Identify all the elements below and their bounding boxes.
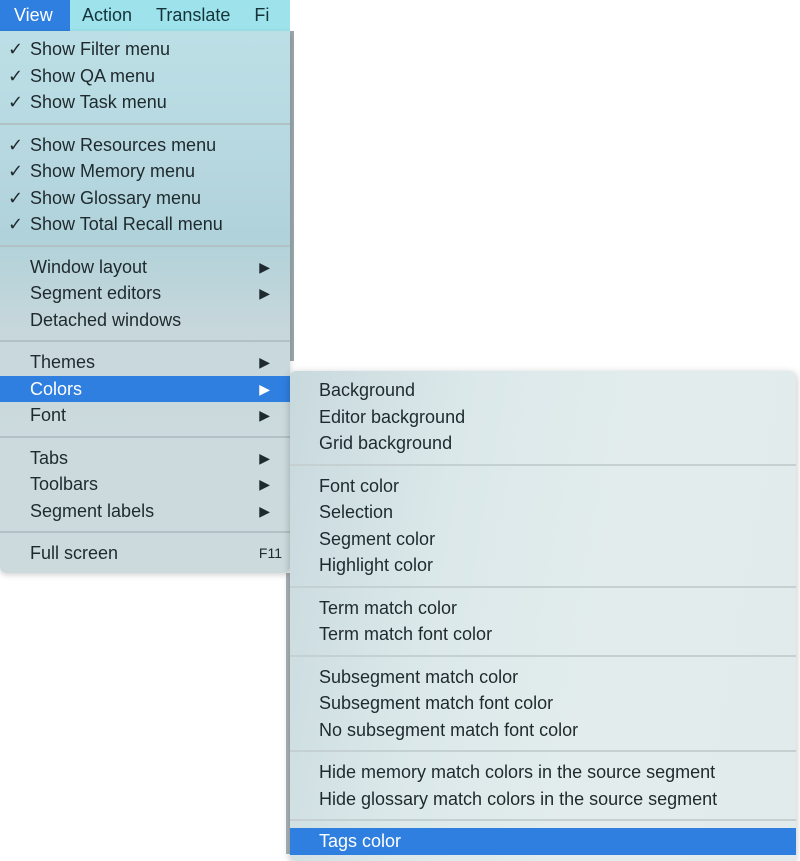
checkmark-icon: ✓ [8, 134, 24, 155]
menu-item-show-qa-menu[interactable]: ✓ Show QA menu [0, 63, 290, 90]
menu-item-label: Show Total Recall menu [30, 214, 223, 234]
menu-item-label: Window layout [30, 256, 148, 277]
menu-item-hide-glossary-match-colors-in-the-source-segment[interactable]: Hide glossary match colors in the source… [290, 786, 796, 813]
menu-separator [290, 819, 796, 821]
menu-item-full-screen[interactable]: Full screen F11 [0, 540, 290, 567]
submenu-arrow-icon: ▶ [259, 354, 270, 370]
menu-item-label: Show Task menu [30, 92, 167, 112]
menu-item-label: Colors [30, 378, 83, 399]
menu-bar: View Action Translate Fi [0, 0, 290, 31]
menu-item-themes[interactable]: Themes ▶ [0, 349, 290, 376]
menu-item-label: Hide glossary match colors in the source… [319, 788, 718, 809]
checkmark-icon: ✓ [8, 161, 24, 181]
menu-item-label: Show Glossary menu [30, 187, 202, 208]
keyboard-shortcut: F11 [258, 545, 282, 561]
menu-item-label: Term match font color [319, 624, 493, 644]
menu-item-label: Segment color [319, 528, 436, 549]
menu-item-label: Selection [319, 502, 394, 522]
menu-separator [290, 585, 796, 588]
menu-item-label: Hide memory match colors in the source s… [319, 762, 716, 782]
menu-item-label: Show Memory menu [30, 161, 196, 181]
submenu-arrow-icon: ▶ [259, 380, 270, 397]
menubar-item-translate[interactable]: Translate [144, 0, 242, 31]
menu-item-label: No subsegment match font color [319, 719, 579, 740]
menu-item-label: Show Filter menu [30, 39, 171, 59]
menu-item-label: Tabs [30, 447, 69, 468]
menu-item-selection[interactable]: Selection [290, 499, 796, 526]
menu-item-label: Show QA menu [30, 65, 156, 86]
menu-item-label: Term match color [319, 597, 458, 618]
checkmark-icon: ✓ [8, 65, 24, 86]
menubar-item-action[interactable]: Action [70, 0, 144, 31]
menu-item-label: Show Resources menu [30, 134, 217, 155]
menu-item-show-filter-menu[interactable]: ✓ Show Filter menu [0, 36, 290, 63]
menu-item-show-resources-menu[interactable]: ✓ Show Resources menu [0, 132, 290, 159]
menu-item-term-match-font-color[interactable]: Term match font color [290, 621, 796, 648]
menu-separator [0, 244, 290, 247]
menu-item-label: Tags color [319, 831, 402, 851]
menu-item-label: Font color [319, 475, 400, 496]
menu-item-label: Subsegment match color [319, 666, 519, 687]
menu-separator [0, 531, 290, 533]
menu-item-colors[interactable]: Colors ▶ [0, 375, 290, 402]
submenu-arrow-icon: ▶ [259, 258, 270, 275]
checkmark-icon: ✓ [8, 214, 24, 234]
menu-separator [0, 340, 290, 342]
menubar-item-fi[interactable]: Fi [242, 0, 281, 31]
submenu-arrow-icon: ▶ [259, 502, 270, 519]
submenu-arrow-icon: ▶ [259, 407, 270, 423]
menu-item-show-task-menu[interactable]: ✓ Show Task menu [0, 89, 290, 116]
menu-item-label: Full screen [30, 543, 119, 563]
menubar-item-view[interactable]: View [0, 0, 70, 31]
menu-item-subsegment-match-font-color[interactable]: Subsegment match font color [290, 690, 796, 717]
menu-item-tabs[interactable]: Tabs ▶ [0, 445, 290, 472]
menu-item-show-total-recall-menu[interactable]: ✓ Show Total Recall menu [0, 211, 290, 238]
submenu-arrow-icon: ▶ [259, 285, 270, 301]
menu-item-show-memory-menu[interactable]: ✓ Show Memory menu [0, 158, 290, 185]
checkmark-icon: ✓ [8, 39, 24, 59]
menu-item-label: Editor background [319, 406, 466, 427]
menu-item-label: Subsegment match font color [319, 693, 554, 713]
menu-item-label: Segment labels [30, 500, 155, 521]
menu-separator [0, 435, 290, 438]
menu-item-label: Themes [30, 352, 96, 372]
menu-item-editor-background[interactable]: Editor background [290, 404, 796, 431]
checkmark-icon: ✓ [8, 92, 24, 112]
menu-item-no-subsegment-match-font-color[interactable]: No subsegment match font color [290, 717, 796, 744]
menu-item-highlight-color[interactable]: Highlight color [290, 552, 796, 579]
submenu-arrow-icon: ▶ [259, 449, 270, 466]
menu-item-segment-labels[interactable]: Segment labels ▶ [0, 498, 290, 525]
menu-item-background[interactable]: Background [290, 377, 796, 404]
menu-item-label: Toolbars [30, 474, 99, 494]
view-menu: ✓ Show Filter menu ✓ Show QA menu ✓ Show Task… [0, 31, 290, 573]
menu-item-label: Background [319, 380, 416, 400]
menu-item-label: Segment editors [30, 283, 162, 303]
colors-submenu: Background Editor background Grid backgrou… [290, 371, 796, 861]
menu-item-font-color[interactable]: Font color [290, 473, 796, 500]
menu-separator [290, 654, 796, 657]
menu-item-segment-color[interactable]: Segment color [290, 526, 796, 553]
menu-item-font[interactable]: Font ▶ [0, 402, 290, 429]
menu-item-grid-background[interactable]: Grid background [290, 430, 796, 457]
menu-separator [0, 122, 290, 125]
menu-separator [290, 750, 796, 752]
background-app-strip [290, 31, 294, 361]
menu-item-segment-editors[interactable]: Segment editors ▶ [0, 280, 290, 307]
menu-item-show-glossary-menu[interactable]: ✓ Show Glossary menu [0, 185, 290, 212]
submenu-arrow-icon: ▶ [259, 476, 270, 492]
menu-item-label: Detached windows [30, 309, 182, 330]
menu-item-label: Grid background [319, 433, 453, 453]
menu-item-tags-color[interactable]: Tags color [290, 828, 796, 855]
menu-separator [290, 463, 796, 466]
menu-item-label: Font [30, 405, 67, 425]
menu-item-term-match-color[interactable]: Term match color [290, 595, 796, 622]
menu-item-subsegment-match-color[interactable]: Subsegment match color [290, 664, 796, 691]
menu-item-toolbars[interactable]: Toolbars ▶ [0, 471, 290, 498]
menu-item-window-layout[interactable]: Window layout ▶ [0, 254, 290, 281]
menu-item-detached-windows[interactable]: Detached windows [0, 307, 290, 334]
menu-item-label: Highlight color [319, 555, 434, 575]
checkmark-icon: ✓ [8, 187, 24, 208]
menu-item-hide-memory-match-colors-in-the-source-segment[interactable]: Hide memory match colors in the source s… [290, 759, 796, 786]
